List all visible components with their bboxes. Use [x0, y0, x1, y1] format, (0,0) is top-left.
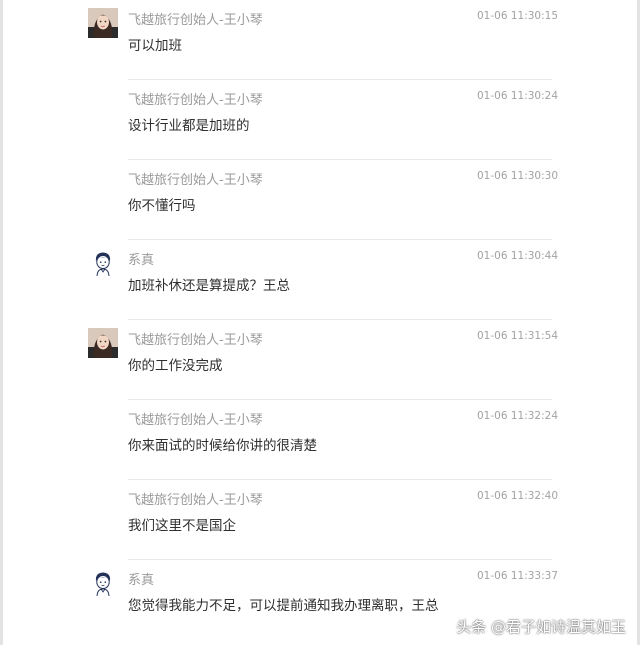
message-text: 设计行业都是加班的 — [128, 118, 250, 134]
sender-name: 飞越旅行创始人-王小琴 — [128, 333, 263, 348]
message-text: 可以加班 — [128, 38, 182, 54]
message-text: 你的工作没完成 — [128, 358, 223, 374]
chat-message: 系真 01-06 11:30:44 加班补休还是算提成？王总 — [0, 240, 640, 320]
chat-message: 飞越旅行创始人-王小琴 01-06 11:30:30 你不懂行吗 — [0, 160, 640, 240]
message-text: 你不懂行吗 — [128, 198, 196, 214]
cartoon-boy-avatar[interactable] — [88, 248, 118, 278]
sender-name: 飞越旅行创始人-王小琴 — [128, 493, 263, 508]
message-timestamp: 01-06 11:31:54 — [477, 330, 559, 342]
message-timestamp: 01-06 11:32:24 — [477, 410, 559, 422]
sender-name: 飞越旅行创始人-王小琴 — [128, 413, 263, 428]
message-timestamp: 01-06 11:32:40 — [477, 490, 559, 502]
message-text: 你来面试的时候给你讲的很清楚 — [128, 438, 317, 454]
chat-message-list[interactable]: 飞越旅行创始人-王小琴 01-06 11:30:15 可以加班 飞越旅行创始人-… — [0, 0, 640, 640]
sender-name: 飞越旅行创始人-王小琴 — [128, 93, 263, 108]
chat-message: 飞越旅行创始人-王小琴 01-06 11:32:24 你来面试的时候给你讲的很清… — [0, 400, 640, 480]
sender-name: 飞越旅行创始人-王小琴 — [128, 13, 263, 28]
chat-window: 飞越旅行创始人-王小琴 01-06 11:30:15 可以加班 飞越旅行创始人-… — [0, 0, 640, 645]
message-text: 加班补休还是算提成？王总 — [128, 278, 290, 294]
message-text: 您觉得我能力不足，可以提前通知我办理离职，王总 — [128, 598, 439, 614]
message-timestamp: 01-06 11:30:44 — [477, 250, 559, 262]
message-text: 我们这里不是国企 — [128, 518, 236, 534]
chat-message: 飞越旅行创始人-王小琴 01-06 11:30:15 可以加班 — [0, 0, 640, 80]
woman-photo-avatar[interactable] — [88, 8, 118, 38]
cartoon-boy-avatar[interactable] — [88, 568, 118, 598]
message-timestamp: 01-06 11:30:24 — [477, 90, 559, 102]
message-timestamp: 01-06 11:33:37 — [477, 570, 559, 582]
sender-name: 系真 — [128, 253, 155, 268]
message-timestamp: 01-06 11:30:30 — [477, 170, 559, 182]
chat-message: 飞越旅行创始人-王小琴 01-06 11:30:24 设计行业都是加班的 — [0, 80, 640, 160]
chat-message: 飞越旅行创始人-王小琴 01-06 11:32:40 我们这里不是国企 — [0, 480, 640, 560]
sender-name: 飞越旅行创始人-王小琴 — [128, 173, 263, 188]
woman-photo-avatar[interactable] — [88, 328, 118, 358]
chat-message: 飞越旅行创始人-王小琴 01-06 11:31:54 你的工作没完成 — [0, 320, 640, 400]
message-timestamp: 01-06 11:30:15 — [477, 10, 559, 22]
watermark: 头条 @君子如诗温其如玉 — [456, 618, 626, 636]
sender-name: 系真 — [128, 573, 155, 588]
